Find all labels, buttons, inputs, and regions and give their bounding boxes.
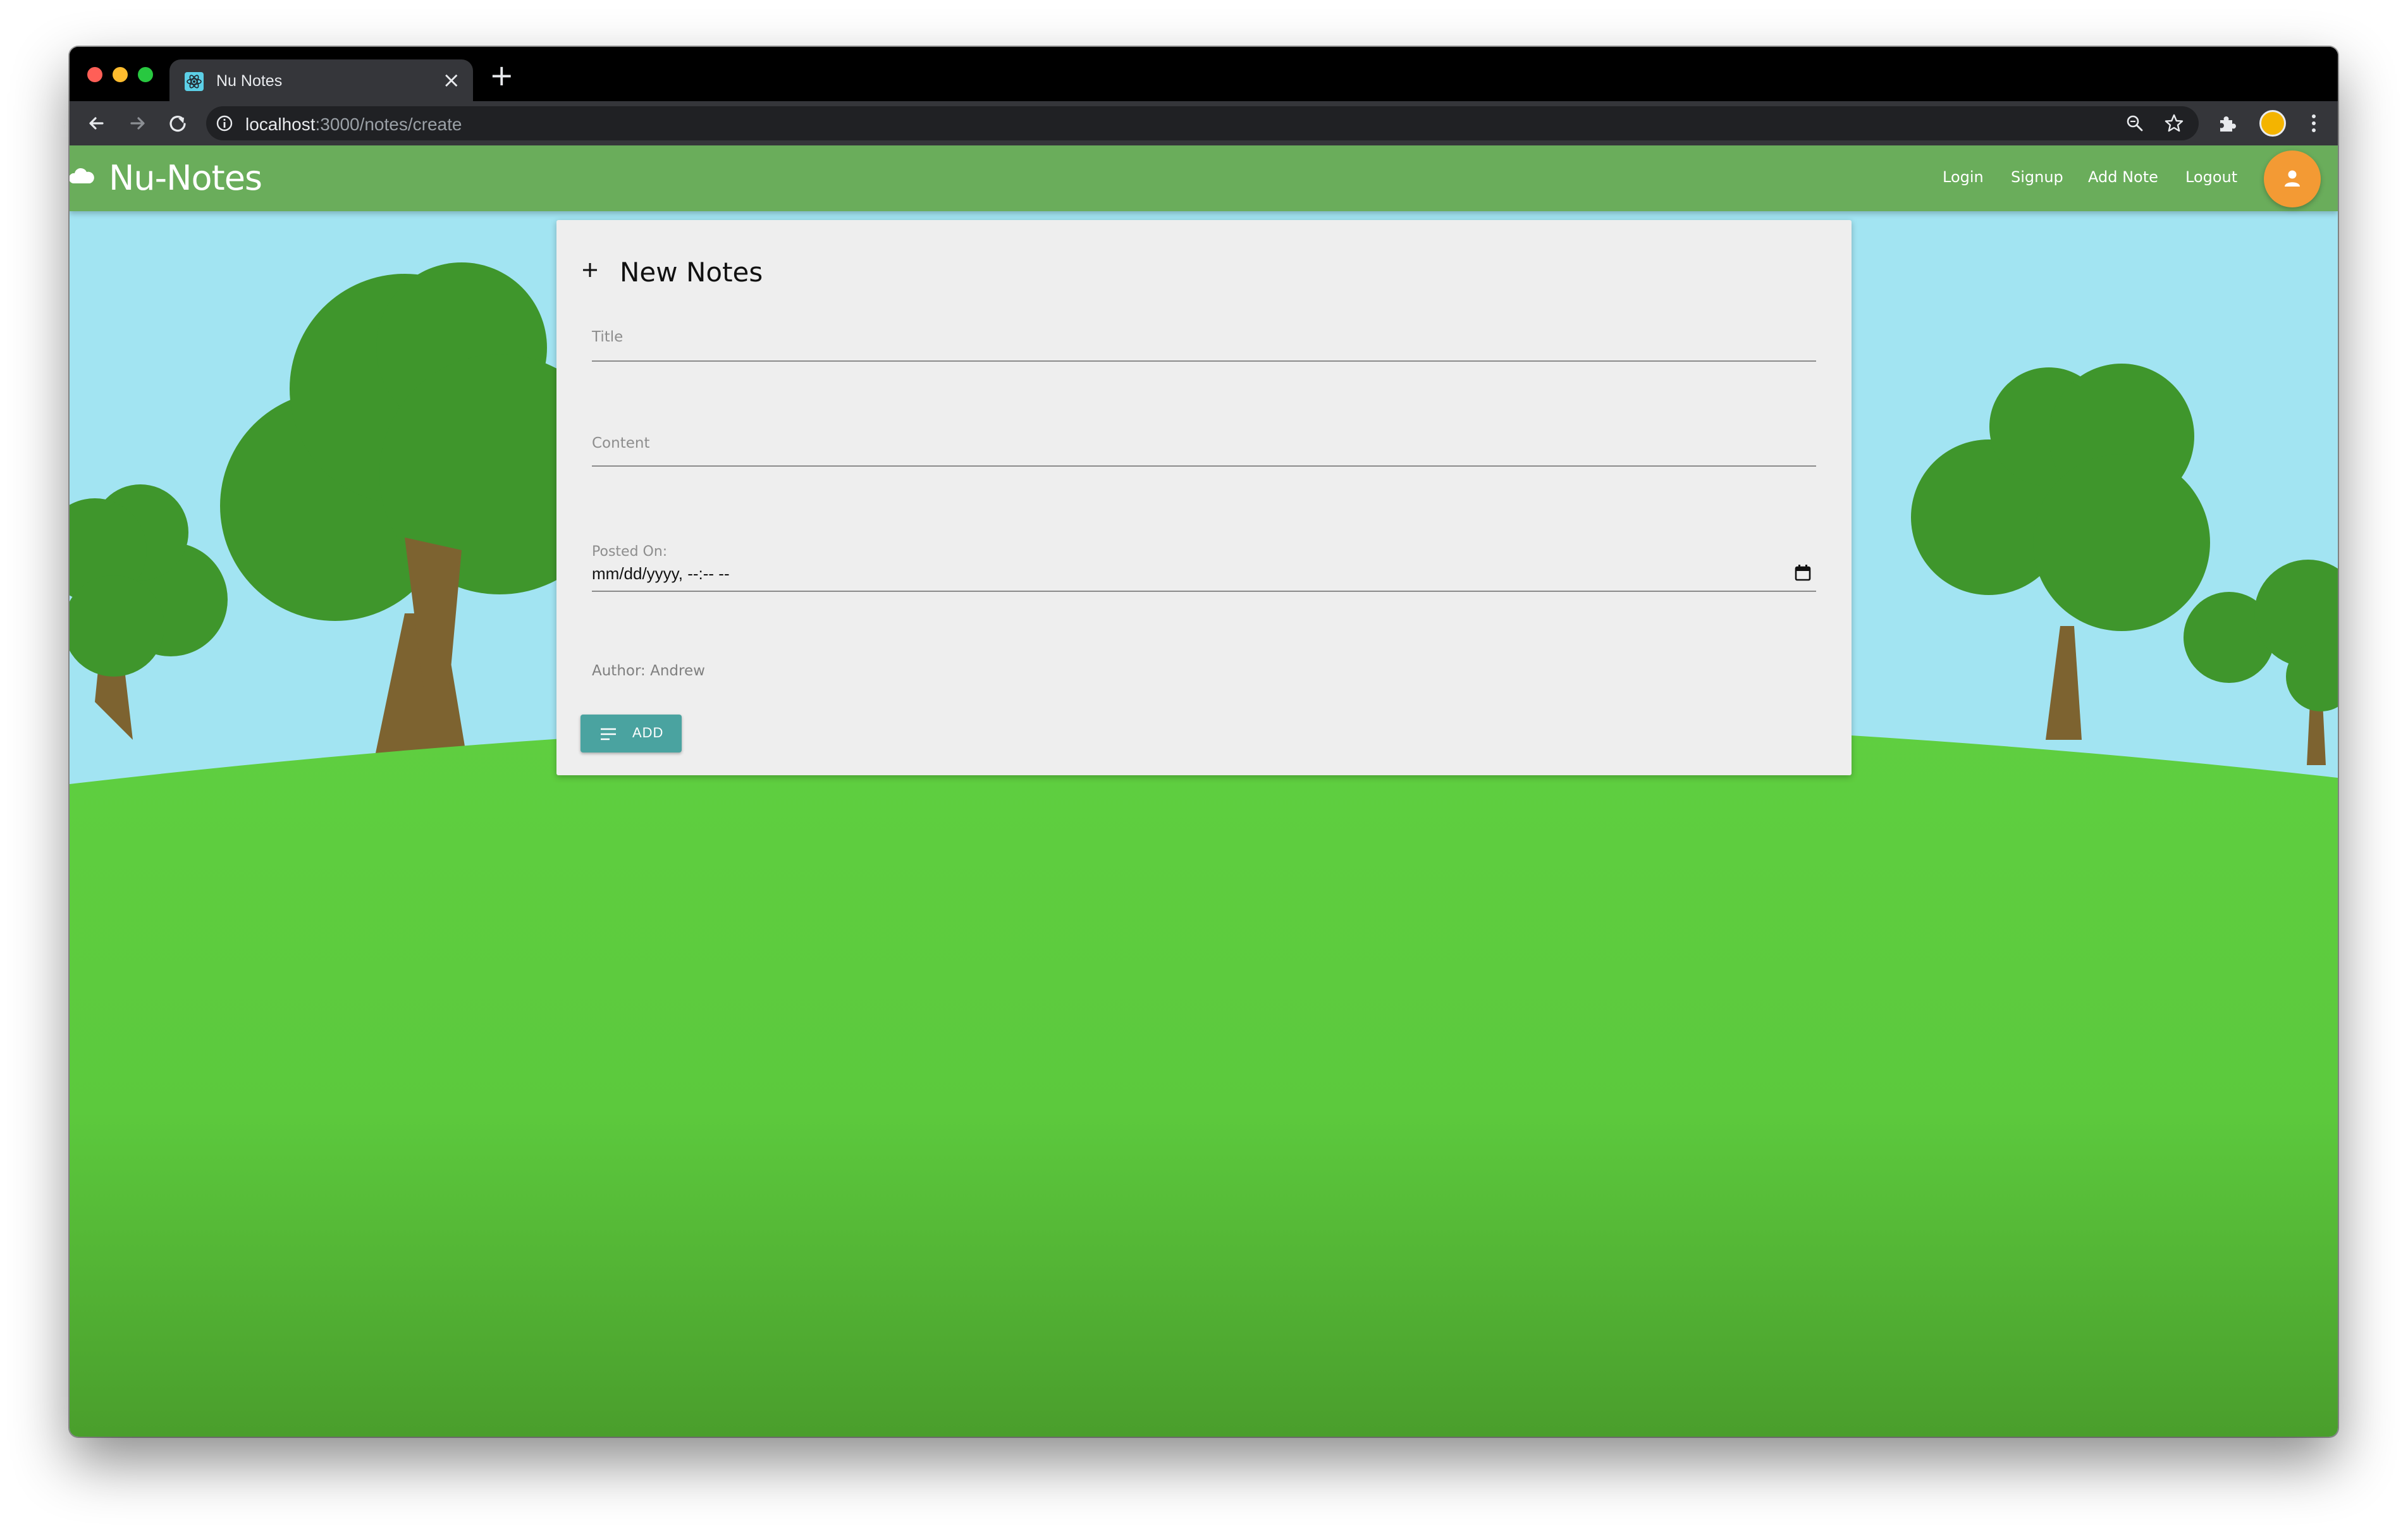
forward-icon[interactable] xyxy=(124,110,150,137)
page-viewport: Nu-Notes Login Signup Add Note Logout Ne… xyxy=(70,145,2338,1437)
star-icon[interactable] xyxy=(2163,113,2185,134)
form-heading: New Notes xyxy=(620,257,763,288)
add-button-label: ADD xyxy=(632,725,664,740)
nav-login-link[interactable]: Login xyxy=(1943,168,1984,186)
app-bar: Nu-Notes Login Signup Add Note Logout xyxy=(70,145,2338,211)
browser-window: Nu Notes × + localhost:3000/notes/create xyxy=(70,47,2338,1437)
posted-on-field[interactable]: Posted On: mm/dd/yyyy, --:-- -- xyxy=(592,535,1816,592)
cloud-icon xyxy=(70,168,94,183)
plus-icon xyxy=(583,263,597,277)
react-favicon-icon xyxy=(185,72,204,91)
title-field[interactable]: Title xyxy=(592,317,1816,362)
account-avatar-button[interactable] xyxy=(2264,150,2321,207)
tab-bar: Nu Notes × + xyxy=(70,47,2338,101)
nav-logout-link[interactable]: Logout xyxy=(2185,168,2237,186)
info-icon[interactable] xyxy=(215,114,234,133)
brand-title[interactable]: Nu-Notes xyxy=(109,158,262,198)
posted-on-value[interactable]: mm/dd/yyyy, --:-- -- xyxy=(592,564,730,584)
calendar-icon[interactable] xyxy=(1795,564,1811,582)
maximize-window-button[interactable] xyxy=(138,67,153,82)
title-underline xyxy=(592,360,1816,362)
tab-title: Nu Notes xyxy=(216,72,283,90)
author-text: Author: Andrew xyxy=(592,663,705,679)
browser-toolbar: localhost:3000/notes/create xyxy=(70,101,2338,145)
nav-signup-link[interactable]: Signup xyxy=(2011,168,2063,186)
reload-icon[interactable] xyxy=(164,110,191,137)
extensions-icon[interactable] xyxy=(2216,113,2238,134)
grass-hill xyxy=(70,716,2338,1437)
menu-icon[interactable] xyxy=(2307,111,2320,135)
url-text: localhost:3000/notes/create xyxy=(245,114,462,135)
content-label: Content xyxy=(592,435,650,451)
browser-tab[interactable]: Nu Notes × xyxy=(169,59,473,101)
posted-on-label: Posted On: xyxy=(592,544,668,560)
address-bar[interactable]: localhost:3000/notes/create xyxy=(206,106,2199,140)
zoom-icon[interactable] xyxy=(2125,114,2144,133)
profile-icon[interactable] xyxy=(2259,110,2286,137)
notes-lines-icon xyxy=(601,728,616,740)
nav-add-note-link[interactable]: Add Note xyxy=(2088,168,2158,186)
person-icon xyxy=(2285,170,2300,187)
content-field[interactable]: Content xyxy=(592,422,1816,467)
minimize-window-button[interactable] xyxy=(113,67,128,82)
content-underline xyxy=(592,465,1816,467)
posted-on-underline xyxy=(592,591,1816,592)
url-path: :3000/notes/create xyxy=(315,114,462,134)
new-tab-button[interactable]: + xyxy=(489,61,514,90)
tab-close-icon[interactable]: × xyxy=(443,68,461,92)
title-label: Title xyxy=(592,329,624,345)
back-icon[interactable] xyxy=(83,110,110,137)
url-host: localhost xyxy=(245,114,316,134)
add-note-button[interactable]: ADD xyxy=(580,715,682,752)
new-note-card: New Notes Title Content Posted On: mm/dd… xyxy=(556,220,1852,775)
close-window-button[interactable] xyxy=(87,67,102,82)
